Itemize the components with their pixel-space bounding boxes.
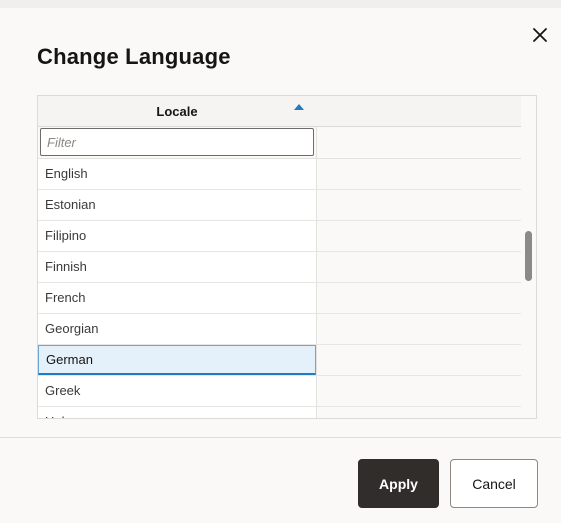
footer-divider bbox=[0, 437, 561, 438]
locale-cell: Finnish bbox=[38, 252, 316, 282]
change-language-dialog: Change Language Locale English Estonian … bbox=[0, 0, 561, 523]
locale-cell: Greek bbox=[38, 376, 316, 406]
locale-cell: English bbox=[38, 159, 316, 189]
locale-rows: English Estonian Filipino Finnish French… bbox=[38, 159, 521, 418]
locale-cell: Filipino bbox=[38, 221, 316, 251]
list-item-french[interactable]: French bbox=[38, 283, 521, 314]
list-item-german-selected[interactable]: German bbox=[38, 345, 521, 376]
list-item-filipino[interactable]: Filipino bbox=[38, 221, 521, 252]
locale-cell: Estonian bbox=[38, 190, 316, 220]
list-item-georgian[interactable]: Georgian bbox=[38, 314, 521, 345]
list-item-finnish[interactable]: Finnish bbox=[38, 252, 521, 283]
scrollbar-thumb[interactable] bbox=[525, 231, 532, 281]
filter-row bbox=[38, 127, 521, 159]
grid-header-row: Locale bbox=[38, 96, 521, 127]
locale-cell: French bbox=[38, 283, 316, 313]
list-item-estonian[interactable]: Estonian bbox=[38, 190, 521, 221]
locale-cell: Hebrew bbox=[38, 407, 316, 418]
close-button[interactable] bbox=[528, 23, 552, 47]
dialog-top-edge bbox=[0, 0, 561, 8]
locale-cell: German bbox=[38, 345, 316, 375]
filter-input[interactable] bbox=[40, 128, 314, 156]
apply-button[interactable]: Apply bbox=[358, 459, 439, 508]
dialog-title: Change Language bbox=[37, 44, 231, 69]
list-item-english[interactable]: English bbox=[38, 159, 521, 190]
vertical-scrollbar[interactable] bbox=[521, 96, 536, 418]
list-item-hebrew[interactable]: Hebrew bbox=[38, 407, 521, 418]
locale-grid: Locale English Estonian Filipino Finnish… bbox=[37, 95, 537, 419]
close-icon bbox=[533, 28, 547, 42]
locale-column-header[interactable]: Locale bbox=[38, 96, 316, 126]
locale-cell: Georgian bbox=[38, 314, 316, 344]
sort-ascending-icon[interactable] bbox=[294, 104, 304, 110]
cancel-button[interactable]: Cancel bbox=[450, 459, 538, 508]
list-item-greek[interactable]: Greek bbox=[38, 376, 521, 407]
locale-header-label: Locale bbox=[156, 103, 198, 119]
